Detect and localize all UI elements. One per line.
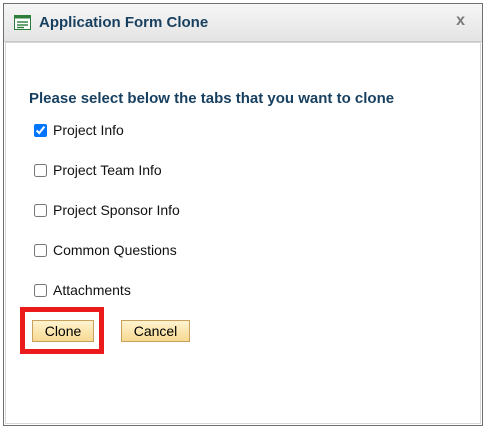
project-sponsor-info-checkbox[interactable] — [34, 203, 47, 217]
project-team-info-label[interactable]: Project Team Info — [53, 162, 162, 178]
project-info-label[interactable]: Project Info — [53, 122, 124, 138]
close-icon[interactable]: x — [456, 12, 465, 30]
clone-button-highlight — [20, 307, 104, 354]
common-questions-checkbox[interactable] — [34, 243, 47, 257]
project-team-info-checkbox[interactable] — [34, 163, 47, 177]
option-attachments: Attachments — [34, 280, 131, 300]
dialog-titlebar: Application Form Clone x — [4, 4, 482, 42]
project-info-checkbox[interactable] — [34, 123, 47, 137]
option-project-team-info: Project Team Info — [34, 160, 162, 180]
form-icon — [14, 15, 31, 30]
attachments-label[interactable]: Attachments — [53, 282, 131, 298]
option-project-sponsor-info: Project Sponsor Info — [34, 200, 180, 220]
cancel-button[interactable]: Cancel — [121, 320, 190, 342]
instruction-text: Please select below the tabs that you wa… — [29, 90, 395, 107]
common-questions-label[interactable]: Common Questions — [53, 242, 177, 258]
attachments-checkbox[interactable] — [34, 283, 47, 297]
option-common-questions: Common Questions — [34, 240, 177, 260]
project-sponsor-info-label[interactable]: Project Sponsor Info — [53, 202, 180, 218]
dialog-title: Application Form Clone — [39, 14, 209, 31]
option-project-info: Project Info — [34, 120, 124, 140]
